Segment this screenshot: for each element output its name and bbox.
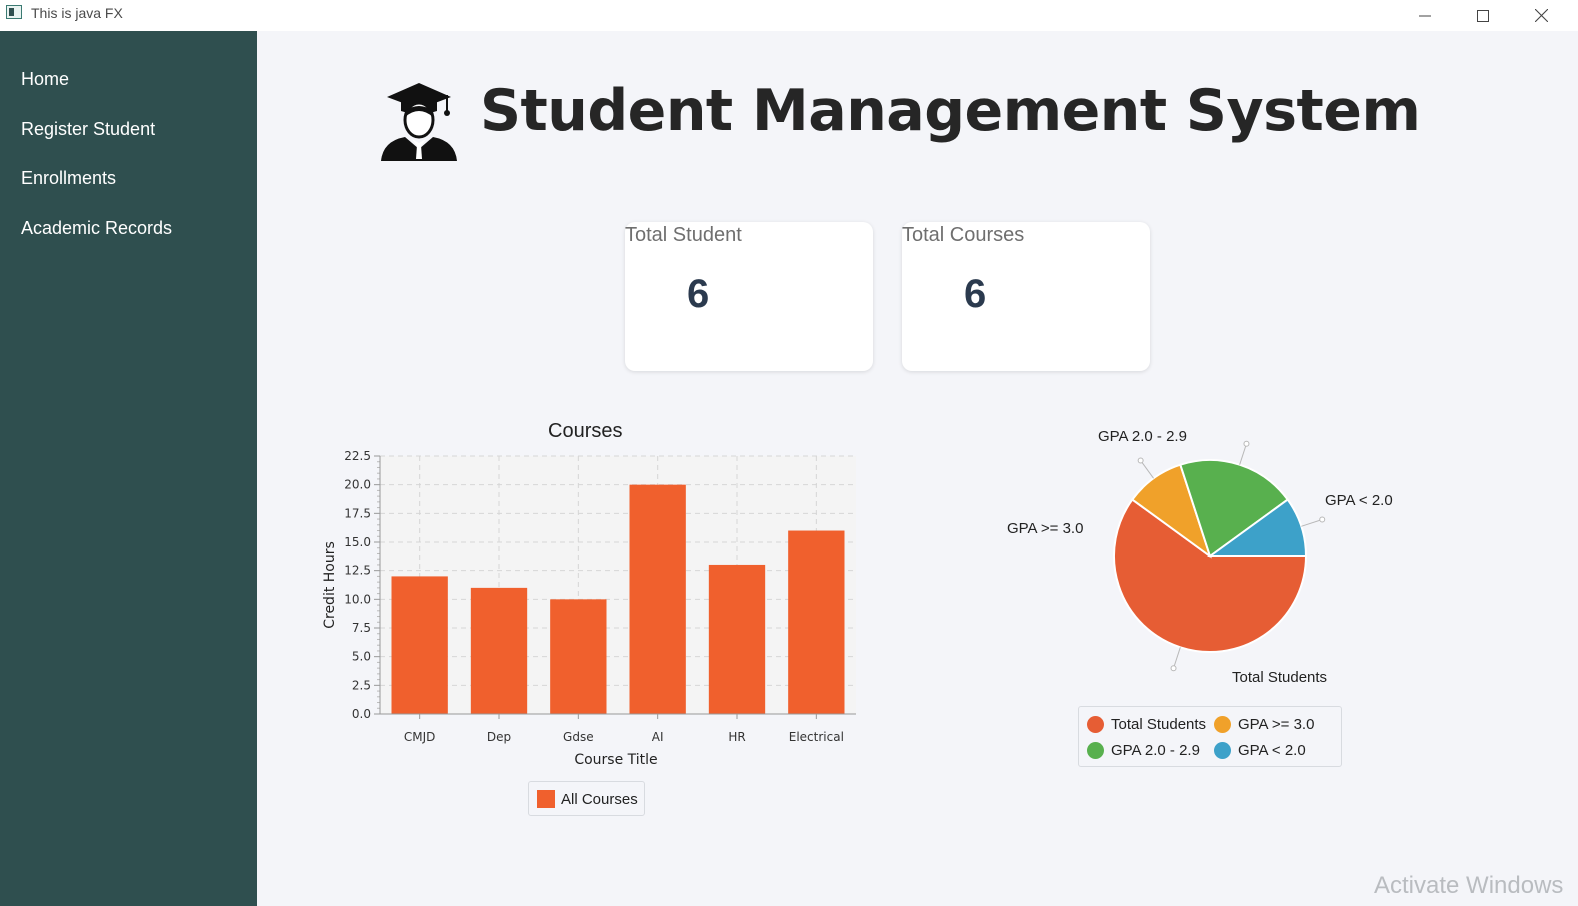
- close-icon: [1534, 9, 1548, 22]
- y-tick-label: 15.0: [344, 535, 371, 549]
- pie-label-gpa-2-29: GPA 2.0 - 2.9: [1098, 428, 1187, 445]
- y-axis-label: Credit Hours: [322, 541, 338, 629]
- total-student-card: Total Student 6: [625, 222, 873, 371]
- x-tick-label: Electrical: [789, 730, 844, 744]
- total-student-label: Total Student: [625, 224, 742, 246]
- app-icon: [6, 5, 22, 19]
- x-tick-label: CMJD: [404, 730, 436, 744]
- minimize-button[interactable]: [1396, 0, 1454, 31]
- plot-area: [380, 456, 856, 714]
- y-tick-label: 10.0: [344, 592, 371, 606]
- sidebar: Home Register Student Enrollments Academ…: [0, 31, 257, 906]
- y-tick-label: 22.5: [344, 449, 371, 463]
- pie-leader-dot: [1170, 665, 1177, 672]
- total-courses-card: Total Courses 6: [902, 222, 1150, 371]
- pie-leader-line: [1301, 519, 1323, 527]
- courses-bar-chart: 0.0 2.5 5.0 7.5 10.0 12.5 15.0 17.5 20.0 22.5 CMJD…: [322, 449, 856, 768]
- total-courses-label: Total Courses: [902, 224, 1025, 246]
- x-tick-label: Gdse: [563, 730, 594, 744]
- pie-leader-line: [1239, 443, 1247, 465]
- sidebar-item-register-student[interactable]: Register Student: [21, 119, 155, 140]
- total-courses-value: 6: [964, 272, 987, 316]
- pie-leader-dot: [1137, 457, 1144, 464]
- title-bar: This is java FX: [0, 0, 1578, 31]
- sidebar-item-home[interactable]: Home: [21, 69, 69, 90]
- legend-label-all-courses: All Courses: [561, 791, 638, 808]
- legend-dot-total-students: [1087, 716, 1104, 733]
- graduate-icon: [381, 83, 457, 161]
- legend-swatch-all-courses: [537, 790, 555, 808]
- x-axis-label: Course Title: [574, 752, 657, 768]
- y-tick-label: 5.0: [352, 650, 371, 664]
- legend-label-gpa-below-2: GPA < 2.0: [1238, 742, 1306, 759]
- pie-leader-line: [1140, 460, 1154, 479]
- legend-dot-gpa-3: [1214, 716, 1231, 733]
- legend-dot-gpa-2-29: [1087, 742, 1104, 759]
- bar-electrical: [788, 530, 845, 714]
- page-title: Student Management System: [480, 78, 1421, 144]
- gpa-pie-chart: [1113, 440, 1326, 672]
- bar-cmjd: [391, 576, 448, 714]
- pie-leader-dot: [1319, 516, 1326, 523]
- activate-windows-watermark: Activate Windows: [1374, 872, 1564, 899]
- sidebar-item-academic-records[interactable]: Academic Records: [21, 218, 172, 239]
- legend-dot-gpa-below-2: [1214, 742, 1231, 759]
- y-tick-label: 20.0: [344, 478, 371, 492]
- minimize-icon: [1419, 15, 1431, 16]
- pie-chart-legend: Total Students GPA >= 3.0 GPA 2.0 - 2.9 …: [1078, 706, 1342, 767]
- y-tick-label: 0.0: [352, 707, 371, 721]
- x-tick-label: HR: [728, 730, 745, 744]
- pie-leader-line: [1173, 647, 1181, 669]
- close-button[interactable]: [1512, 0, 1570, 31]
- pie-label-total-students: Total Students: [1232, 669, 1328, 686]
- x-tick-label: Dep: [487, 730, 511, 744]
- maximize-button[interactable]: [1454, 0, 1512, 31]
- pie-label-gpa-below-2: GPA < 2.0: [1325, 492, 1393, 509]
- bar-ai: [629, 484, 686, 714]
- bar-dep: [470, 587, 528, 714]
- sidebar-item-enrollments[interactable]: Enrollments: [21, 168, 116, 189]
- pie-label-gpa-3: GPA >= 3.0: [1007, 520, 1084, 537]
- maximize-icon: [1477, 9, 1489, 22]
- bar-chart-legend: All Courses: [528, 781, 645, 816]
- y-tick-label: 2.5: [352, 678, 371, 692]
- y-tick-label: 17.5: [344, 506, 371, 520]
- bar-hr: [708, 564, 766, 714]
- y-tick-label: 12.5: [344, 564, 371, 578]
- bar-gdse: [550, 599, 607, 714]
- legend-label-total-students: Total Students: [1111, 716, 1207, 733]
- legend-label-gpa-2-29: GPA 2.0 - 2.9: [1111, 742, 1200, 759]
- legend-label-gpa-3: GPA >= 3.0: [1238, 716, 1315, 733]
- window-title: This is java FX: [31, 5, 123, 21]
- y-tick-label: 7.5: [352, 621, 371, 635]
- pie-leader-dot: [1243, 440, 1250, 447]
- x-tick-label: AI: [652, 730, 664, 744]
- total-student-value: 6: [687, 272, 710, 316]
